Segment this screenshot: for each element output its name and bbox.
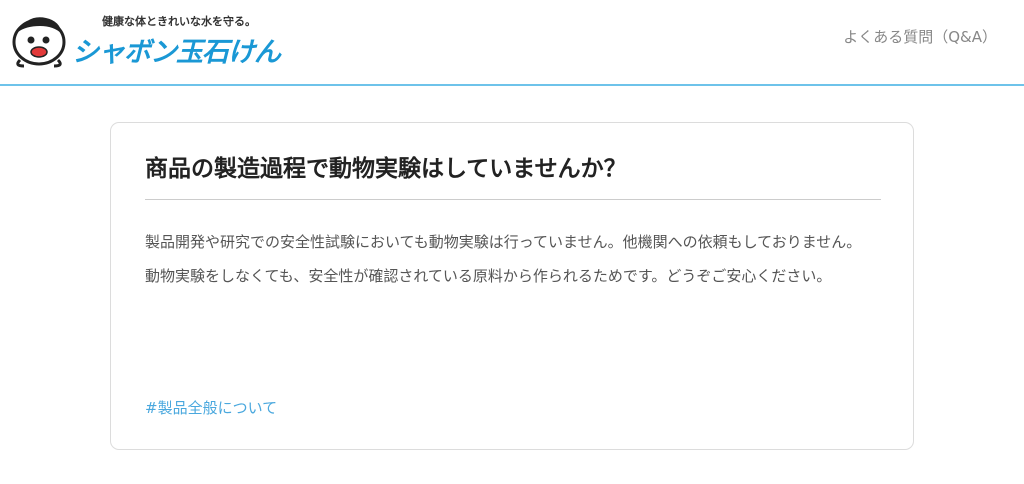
faq-answer: 製品開発や研究での安全性試験においても動物実験は行っていません。他機関への依頼も… xyxy=(145,233,862,285)
logo-tagline: 健康な体ときれいな水を守る。 xyxy=(102,15,256,28)
faq-card: 商品の製造過程で動物実験はしていませんか？ 製品開発や研究での安全性試験において… xyxy=(110,122,914,450)
mascot-icon xyxy=(12,17,66,68)
nav-link-faq[interactable]: よくある質問（Q&A） xyxy=(843,26,997,47)
site-header: 健康な体ときれいな水を守る。 シャボン玉石けん よくある質問（Q&A） xyxy=(0,0,1024,86)
site-logo[interactable]: 健康な体ときれいな水を守る。 シャボン玉石けん xyxy=(10,8,290,70)
brand-name: シャボン玉石けん xyxy=(72,37,281,68)
faq-question: 商品の製造過程で動物実験はしていませんか？ xyxy=(145,156,627,182)
divider xyxy=(145,199,881,200)
category-tag-link[interactable]: #製品全般について xyxy=(145,397,277,418)
